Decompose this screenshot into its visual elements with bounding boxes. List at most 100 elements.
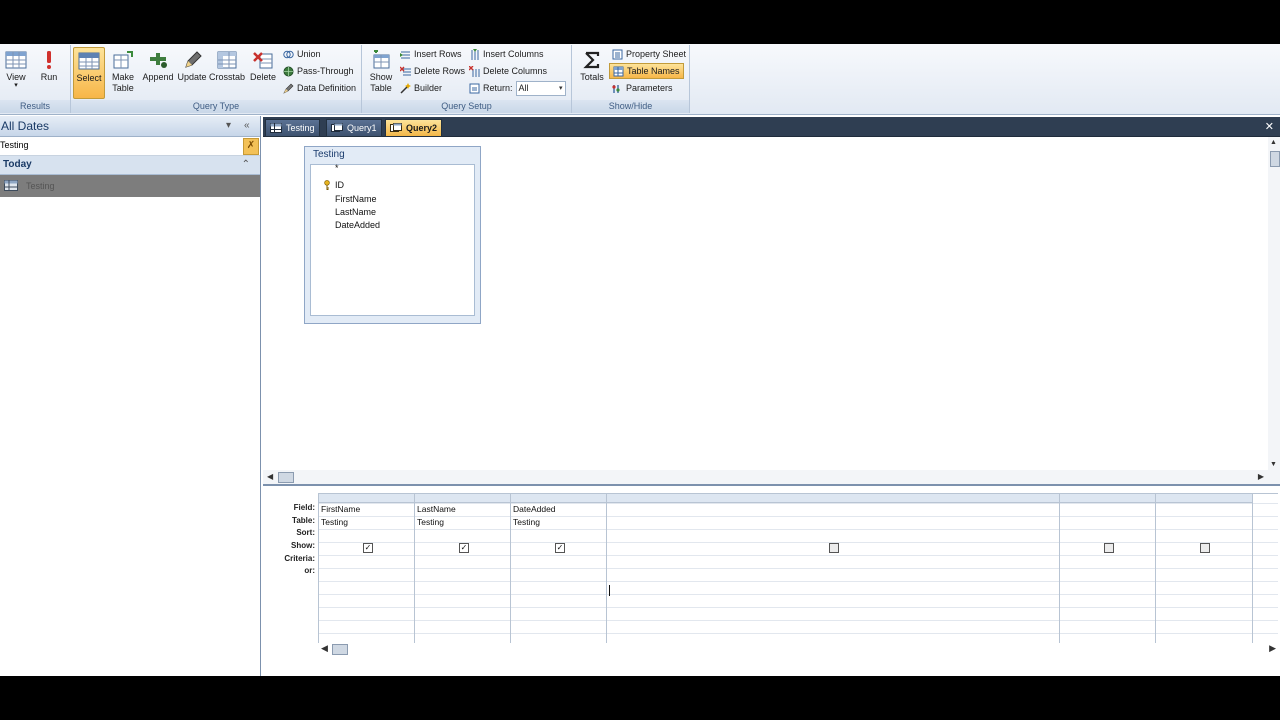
nav-header[interactable]: All Dates ▾ « (0, 116, 260, 137)
update-button[interactable]: Update (176, 47, 208, 97)
grid-field-cell[interactable]: FirstName (321, 504, 360, 514)
table-field-list[interactable]: Testing * ID FirstName LastName DateAdde… (304, 146, 481, 324)
show-hide-group: Totals Property Sheet Table Names Parame… (572, 45, 690, 113)
chevron-down-icon: ▾ (14, 82, 18, 89)
show-checkbox[interactable]: ✓ (363, 543, 373, 553)
union-label: Union (297, 49, 321, 59)
insert-columns-icon (471, 49, 479, 61)
delete-columns-button[interactable]: Delete Columns (469, 64, 547, 79)
property-sheet-icon (612, 49, 623, 60)
return-select[interactable]: All ▾ (515, 81, 566, 97)
data-definition-button[interactable]: Data Definition (283, 81, 356, 96)
field-firstname[interactable]: FirstName (335, 194, 377, 204)
query-icon (331, 123, 343, 132)
field-all[interactable]: * (335, 163, 339, 173)
table-names-button[interactable]: Table Names (609, 63, 684, 79)
grid-column[interactable] (1155, 494, 1253, 654)
show-table-button[interactable]: Show Table (365, 47, 397, 97)
insert-columns-button[interactable]: Insert Columns (469, 47, 544, 62)
totals-button[interactable]: Totals (576, 47, 608, 97)
scroll-down-icon[interactable]: ▼ (1270, 461, 1277, 468)
navigation-pane: All Dates ▾ « ✗ Today ⌃ Testing (0, 116, 261, 676)
run-button[interactable]: Run (34, 47, 64, 97)
select-button[interactable]: Select (73, 47, 105, 99)
grid-table-cell[interactable]: Testing (321, 517, 348, 527)
scroll-left-icon[interactable]: ◀ (267, 472, 273, 481)
grid-column[interactable]: FirstName Testing ✓ (318, 494, 415, 654)
column-selector[interactable] (1060, 494, 1156, 503)
nav-search-input[interactable] (0, 138, 240, 152)
builder-button[interactable]: Builder (400, 81, 442, 96)
append-button[interactable]: Append (141, 47, 175, 97)
row-label-field: Field: (293, 503, 315, 512)
append-icon (150, 53, 167, 68)
query-type-group-label: Query Type (71, 100, 361, 113)
show-checkbox[interactable] (829, 543, 839, 553)
tab-query1[interactable]: Query1 (326, 119, 382, 137)
property-sheet-button[interactable]: Property Sheet (612, 47, 686, 62)
grid-column[interactable]: DateAdded Testing ✓ (510, 494, 607, 654)
update-label: Update (177, 72, 207, 82)
show-checkbox[interactable] (1104, 543, 1114, 553)
nav-menu-chevron-icon[interactable]: ▾ (226, 116, 231, 136)
crosstab-label: Crosstab (209, 72, 246, 82)
delete-rows-button[interactable]: Delete Rows (400, 64, 465, 79)
query-design-pane[interactable]: Testing * ID FirstName LastName DateAdde… (263, 137, 1280, 486)
grid-field-cell[interactable]: DateAdded (513, 504, 556, 514)
grid-row-labels: Field: Table: Sort: Show: Criteria: or: (263, 502, 315, 578)
make-table-button[interactable]: Make Table (108, 47, 138, 97)
grid-horizontal-scrollbar[interactable]: ◀ ▶ (318, 643, 1278, 655)
delete-columns-icon (469, 66, 480, 78)
tab-label: Query1 (347, 123, 377, 133)
show-checkbox[interactable] (1200, 543, 1210, 553)
design-horizontal-scrollbar[interactable]: ◀ ▶ (263, 470, 1280, 484)
nav-group-header[interactable]: Today ⌃ (0, 156, 260, 175)
clear-search-icon[interactable]: ✗ (243, 138, 259, 155)
column-selector[interactable] (607, 494, 1060, 503)
scroll-thumb[interactable] (1270, 151, 1280, 167)
shutter-bar-close-icon[interactable]: « (244, 116, 250, 136)
union-button[interactable]: Union (283, 47, 321, 62)
grid-column[interactable] (1059, 494, 1156, 654)
delete-button[interactable]: Delete (247, 47, 279, 97)
crosstab-button[interactable]: Crosstab (209, 47, 245, 97)
scroll-left-icon[interactable]: ◀ (321, 643, 328, 654)
field-id[interactable]: ID (335, 180, 344, 190)
grid-table-cell[interactable]: Testing (417, 517, 444, 527)
grid-column[interactable] (606, 494, 1060, 654)
field-dateadded[interactable]: DateAdded (335, 220, 380, 230)
row-label-show: Show: (291, 541, 315, 551)
grid-field-cell[interactable]: LastName (417, 504, 456, 514)
scroll-thumb[interactable] (332, 644, 348, 655)
design-vertical-scrollbar[interactable]: ▲ ▼ (1268, 137, 1280, 470)
field-lastname[interactable]: LastName (335, 207, 376, 217)
nav-item-testing[interactable]: Testing (0, 175, 260, 197)
scroll-right-icon[interactable]: ▶ (1258, 472, 1264, 481)
primary-key-icon (324, 180, 330, 190)
column-selector[interactable] (415, 494, 511, 503)
parameters-button[interactable]: Parameters (612, 81, 673, 96)
show-checkbox[interactable]: ✓ (459, 543, 469, 553)
column-selector[interactable] (1156, 494, 1252, 503)
query-setup-group: Show Table Insert Rows Delete Rows Build… (362, 45, 572, 113)
show-table-label: Show Table (369, 72, 393, 93)
data-definition-label: Data Definition (297, 83, 357, 93)
column-selector[interactable] (511, 494, 607, 503)
scroll-thumb[interactable] (278, 472, 294, 483)
scroll-up-icon[interactable]: ▲ (1270, 139, 1277, 146)
field-list-title[interactable]: Testing (305, 147, 480, 163)
pass-through-button[interactable]: Pass-Through (283, 64, 354, 79)
grid-column[interactable]: LastName Testing ✓ (414, 494, 511, 654)
column-selector[interactable] (319, 494, 415, 503)
tab-query2[interactable]: Query2 (385, 119, 443, 137)
close-document-icon[interactable]: ✕ (1265, 120, 1274, 133)
insert-rows-button[interactable]: Insert Rows (400, 47, 462, 62)
tab-testing[interactable]: Testing (265, 119, 320, 137)
show-checkbox[interactable]: ✓ (555, 543, 565, 553)
text-cursor (609, 585, 610, 596)
view-button[interactable]: View ▾ (1, 47, 31, 97)
collapse-group-icon[interactable]: ⌃ (242, 156, 250, 174)
union-icon (283, 50, 294, 59)
grid-table-cell[interactable]: Testing (513, 517, 540, 527)
scroll-right-icon[interactable]: ▶ (1269, 643, 1276, 654)
